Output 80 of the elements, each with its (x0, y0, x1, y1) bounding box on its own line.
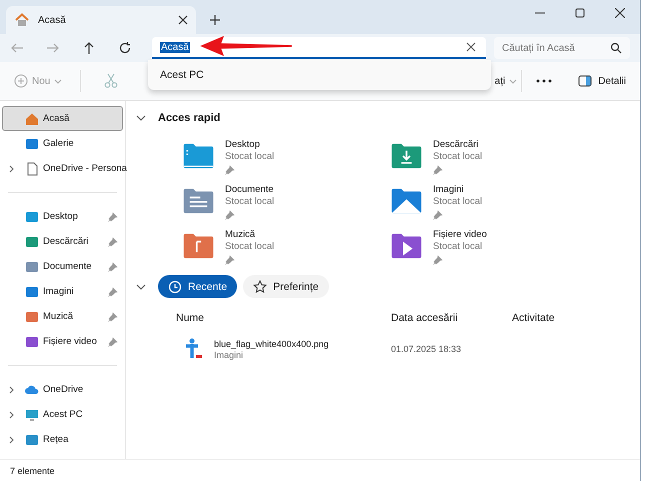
folder-tile[interactable]: Imagini Stocat local (390, 184, 590, 220)
folder-location: Stocat local (225, 196, 274, 207)
sidebar-item[interactable]: Fișiere video (2, 329, 123, 354)
folder-tile[interactable]: Desktop Stocat local (182, 139, 390, 175)
folder-name: Fișiere video (433, 229, 487, 240)
folder-location: Stocat local (433, 151, 482, 162)
folder-name: Desktop (225, 139, 261, 150)
caret-icon (509, 77, 518, 85)
sidebar-item[interactable]: Imagini (2, 279, 123, 304)
sort-button[interactable]: ați (490, 72, 522, 90)
folder-name: Imagini (433, 184, 465, 195)
suggestion-item[interactable]: Acest PC (148, 63, 491, 87)
close-icon[interactable] (178, 15, 188, 25)
folder-tile[interactable]: Documente Stocat local (182, 184, 390, 220)
folder-tile[interactable]: Descărcări Stocat local (390, 139, 590, 175)
window-tab[interactable]: Acasă (6, 6, 196, 34)
monitor-icon (25, 408, 39, 422)
pin-icon[interactable] (108, 262, 118, 272)
folder-location: Stocat local (225, 151, 274, 162)
pin-icon[interactable] (108, 336, 118, 346)
sidebar-item[interactable]: Desktop (2, 204, 123, 229)
sidebar-item[interactable]: Muzică (2, 304, 123, 329)
status-text: 7 elemente (10, 466, 55, 476)
star-icon (253, 280, 268, 294)
caret-icon (54, 77, 62, 85)
column-header[interactable]: Activitate (512, 312, 555, 324)
details-pane-icon (578, 74, 592, 88)
pin-icon[interactable] (108, 212, 118, 222)
filter-tab[interactable]: Preferințe (243, 275, 329, 298)
image-file-icon (184, 338, 204, 360)
address-text: Acasă (160, 42, 190, 52)
sidebar-item[interactable]: Rețea (2, 427, 123, 452)
home-icon (14, 12, 30, 28)
file-name: blue_flag_white400x400.png (214, 338, 329, 348)
address-field[interactable]: Acasă (152, 37, 486, 59)
pin-icon[interactable] (108, 236, 118, 246)
sidebar-item[interactable]: Acest PC (2, 402, 123, 427)
file-location: Imagini (214, 350, 244, 360)
chevron-right-icon[interactable] (7, 386, 15, 394)
folder-name: Documente (225, 184, 274, 195)
plus-circle-icon (14, 74, 28, 88)
clock-icon (168, 280, 182, 294)
tab-title: Acasă (38, 14, 67, 26)
sidebar-item[interactable]: Documente (2, 254, 123, 279)
column-header[interactable]: Nume (136, 312, 391, 324)
chevron-down-icon[interactable] (136, 282, 146, 292)
sidebar-item[interactable]: Galerie (2, 131, 123, 156)
sidebar-item[interactable]: Acasă (2, 106, 123, 131)
folder-tile[interactable]: Muzică Stocat local (182, 229, 390, 265)
home-icon (25, 112, 39, 126)
chevron-down-icon[interactable] (136, 113, 146, 123)
document-icon (25, 162, 39, 176)
details-button[interactable]: Detalii (574, 70, 630, 92)
search-icon (610, 42, 622, 54)
folder-tile[interactable]: Fișiere video Stocat local (390, 229, 590, 265)
up-icon[interactable] (82, 41, 96, 55)
file-row[interactable]: blue_flag_white400x400.png Imagini 01.07.2025 18:33 (136, 338, 640, 360)
pin-icon[interactable] (108, 286, 118, 296)
filter-tab[interactable]: Recente (158, 275, 238, 298)
pin-icon[interactable] (108, 312, 118, 322)
sidebar-item[interactable]: Descărcări (2, 229, 123, 254)
sidebar-item[interactable]: OneDrive (2, 377, 123, 402)
new-tab-icon[interactable] (210, 15, 220, 25)
section-title: Acces rapid (158, 112, 220, 124)
column-header[interactable]: Data accesării (391, 312, 512, 324)
more-icon[interactable] (536, 79, 552, 83)
folder-name: Muzică (225, 229, 256, 240)
maximize-icon[interactable] (575, 8, 585, 18)
folder-location: Stocat local (433, 241, 484, 252)
search-field[interactable]: Căutați în Acasă (494, 37, 630, 59)
chevron-right-icon[interactable] (7, 410, 15, 418)
folder-location: Stocat local (433, 196, 482, 207)
clear-icon[interactable] (466, 42, 476, 52)
chevron-right-icon[interactable] (7, 436, 15, 444)
folder-name: Descărcări (433, 139, 480, 150)
refresh-icon[interactable] (118, 41, 132, 55)
chevron-right-icon[interactable] (7, 164, 15, 172)
close-icon[interactable] (615, 8, 625, 18)
folder-location: Stocat local (225, 241, 274, 252)
access-date: 01.07.2025 18:33 (391, 344, 462, 354)
